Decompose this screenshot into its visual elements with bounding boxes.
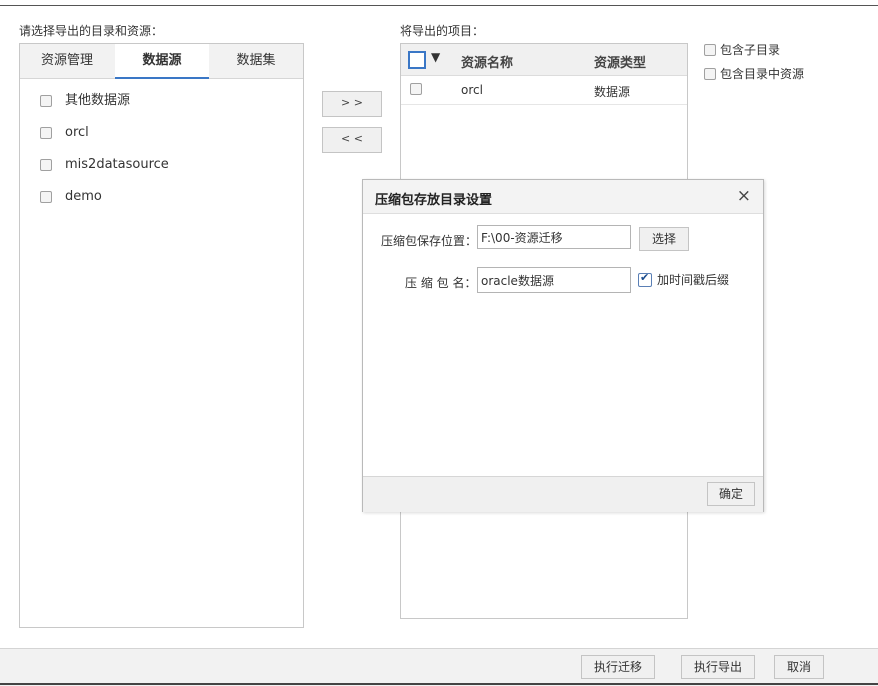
include-subdirs-option[interactable]: 包含子目录: [704, 41, 780, 58]
add-to-export-button[interactable]: > >: [322, 91, 382, 117]
remove-from-export-button[interactable]: < <: [322, 127, 382, 153]
bottom-action-bar: 执行迁移 执行导出 取消: [0, 648, 878, 686]
row-resource-name: orcl: [461, 83, 483, 97]
archive-name-label: 压 缩 包 名：: [405, 276, 477, 290]
tab-resource-management[interactable]: 资源管理: [20, 44, 114, 78]
save-path-input[interactable]: [477, 225, 631, 249]
include-subdirs-label: 包含子目录: [720, 43, 781, 57]
column-header-type: 资源类型: [594, 56, 647, 71]
timestamp-suffix-label: 加时间戳后缀: [657, 273, 730, 287]
datasource-label: 其他数据源: [65, 93, 131, 108]
include-dir-resources-label: 包含目录中资源: [720, 67, 805, 81]
resource-tabs: 资源管理 数据源 数据集: [20, 44, 303, 79]
row-resource-type: 数据源: [594, 85, 631, 99]
tab-datasource[interactable]: 数据源: [115, 44, 209, 79]
close-icon[interactable]: ×: [737, 186, 751, 206]
datasource-label: mis2datasource: [65, 157, 169, 172]
export-list-header: ▼ 资源名称 资源类型: [401, 44, 687, 76]
top-divider: [0, 5, 878, 6]
row-checkbox[interactable]: [410, 83, 422, 95]
include-dir-resources-option[interactable]: 包含目录中资源: [704, 65, 804, 82]
datasource-checkbox[interactable]: [40, 127, 52, 139]
execute-export-button[interactable]: 执行导出: [681, 655, 755, 679]
datasource-checkbox[interactable]: [40, 191, 52, 203]
datasource-label: orcl: [65, 125, 89, 140]
timestamp-suffix-checkbox[interactable]: [638, 271, 652, 287]
cancel-button[interactable]: 取消: [774, 655, 824, 679]
execute-migration-button[interactable]: 执行迁移: [581, 655, 655, 679]
choose-path-button[interactable]: 选择: [639, 227, 689, 251]
include-subdirs-checkbox[interactable]: [704, 43, 716, 56]
include-dir-resources-checkbox[interactable]: [704, 67, 716, 80]
column-header-name: 资源名称: [461, 56, 514, 71]
dialog-footer: 确定: [363, 476, 763, 512]
datasource-label: demo: [65, 189, 102, 204]
archive-location-dialog: 压缩包存放目录设置 × 压缩包保存位置： 选择 压 缩 包 名： 加时间戳后缀 …: [362, 179, 764, 512]
caret-down-icon[interactable]: ▼: [431, 50, 440, 64]
datasource-checkbox[interactable]: [40, 95, 52, 107]
datasource-checkbox[interactable]: [40, 159, 52, 171]
save-path-label: 压缩包保存位置：: [381, 234, 478, 248]
dialog-title: 压缩包存放目录设置: [375, 193, 493, 208]
dialog-header: 压缩包存放目录设置 ×: [363, 180, 763, 214]
archive-name-input[interactable]: [477, 267, 631, 293]
select-all-checkbox[interactable]: [408, 51, 426, 69]
confirm-button[interactable]: 确定: [707, 482, 755, 506]
tab-dataset[interactable]: 数据集: [209, 44, 303, 78]
resource-tree-panel: 资源管理 数据源 数据集 其他数据源 orcl mis2datasource d…: [19, 43, 304, 628]
right-section-label: 将导出的项目：: [400, 24, 485, 38]
left-section-label: 请选择导出的目录和资源：: [19, 24, 164, 38]
table-row[interactable]: orcl 数据源: [401, 76, 687, 105]
